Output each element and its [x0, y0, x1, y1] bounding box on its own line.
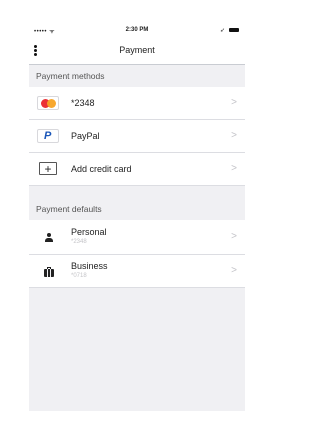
section-header-payment-methods: Payment methods [36, 71, 105, 81]
location-icon: ➶ [219, 28, 225, 34]
add-credit-card-label: Add credit card [71, 164, 132, 174]
chevron-right-icon: > [231, 163, 237, 174]
default-card-number: *0718 [71, 273, 87, 279]
navigation-bar: Payment [29, 38, 245, 65]
default-card-number: *2348 [71, 239, 87, 245]
status-bar: ••••• ᯤ 2:30 PM ➶ [29, 22, 245, 38]
chevron-right-icon: > [231, 231, 237, 242]
payment-method-label: *2348 [71, 98, 95, 108]
phone-screen: ••••• ᯤ 2:30 PM ➶ Payment Payment method… [29, 22, 245, 411]
plus-icon: + [39, 162, 57, 176]
section-header-payment-defaults: Payment defaults [36, 204, 102, 214]
payment-method-mastercard[interactable]: *2348 > [29, 87, 245, 120]
default-label: Personal [71, 227, 107, 237]
mastercard-icon [37, 96, 59, 110]
person-icon [44, 233, 54, 243]
status-time: 2:30 PM [125, 27, 149, 33]
battery-icon [229, 28, 239, 33]
chevron-right-icon: > [231, 130, 237, 141]
chevron-right-icon: > [231, 265, 237, 276]
page-title: Payment [119, 45, 155, 55]
default-business-row[interactable]: Business *0718 > [29, 255, 245, 288]
add-credit-card-row[interactable]: + Add credit card > [29, 153, 245, 186]
status-right: ➶ [220, 27, 239, 34]
payment-method-label: PayPal [71, 131, 100, 141]
default-personal-row[interactable]: Personal *2348 > [29, 220, 245, 255]
chevron-right-icon: > [231, 97, 237, 108]
briefcase-icon [44, 267, 54, 277]
payment-method-paypal[interactable]: P PayPal > [29, 120, 245, 153]
paypal-icon: P [37, 129, 59, 143]
default-label: Business [71, 261, 108, 271]
